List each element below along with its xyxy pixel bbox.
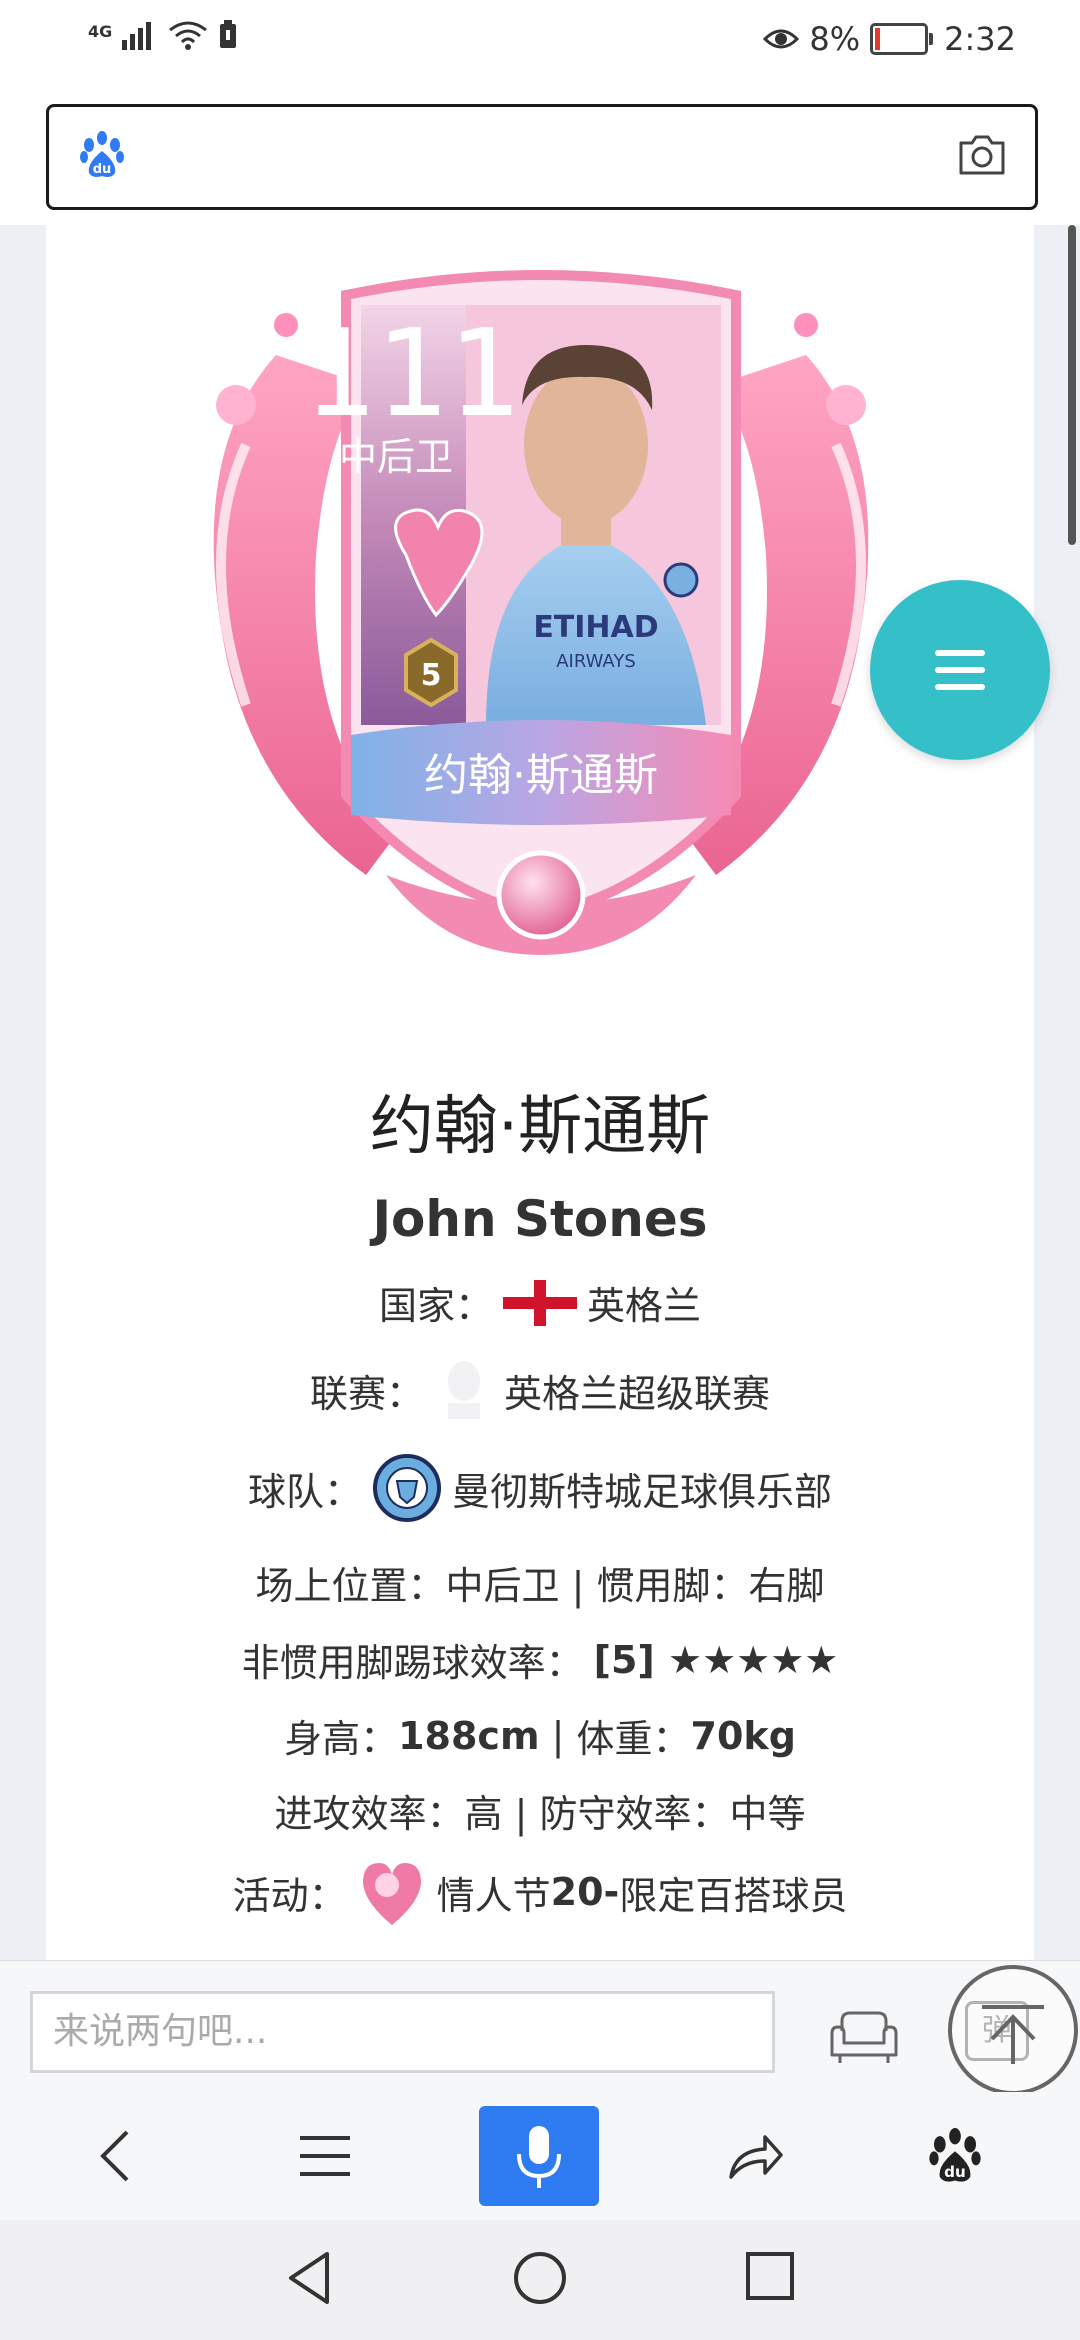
weight-value: 70kg bbox=[690, 1713, 796, 1758]
workrate-row: 进攻效率：高 | 防守效率：中等 bbox=[274, 1792, 806, 1836]
sponsor-subtext: AIRWAYS bbox=[556, 651, 636, 672]
browser-nav-bar: du bbox=[0, 2092, 1080, 2220]
height-value: 188cm bbox=[398, 1713, 540, 1758]
battery-icon bbox=[870, 23, 934, 55]
weak-foot-row: 非惯用脚踢球效率： [5] ★★★★★ bbox=[46, 1632, 1034, 1687]
content-area: ETIHAD AIRWAYS 111 中后卫 5 约翰·斯通斯 约翰·斯通斯 J… bbox=[46, 225, 1034, 1960]
share-button[interactable] bbox=[700, 2092, 810, 2220]
ball-emblem bbox=[496, 850, 586, 940]
england-flag-icon bbox=[503, 1279, 577, 1326]
card-position: 中后卫 bbox=[339, 435, 453, 479]
menu-icon bbox=[935, 650, 985, 656]
baidu-home-button[interactable]: du bbox=[900, 2092, 1010, 2220]
sofa-icon[interactable] bbox=[828, 2009, 900, 2065]
signal-icon bbox=[122, 22, 152, 50]
weak-foot-label: 非惯用脚踢球效率： bbox=[241, 1641, 584, 1685]
eye-icon bbox=[763, 29, 800, 49]
menu-icon-bar bbox=[935, 667, 985, 673]
search-input[interactable]: du bbox=[46, 104, 1038, 210]
position-row: 场上位置：中后卫 | 惯用脚：右脚 bbox=[255, 1564, 825, 1608]
battery-saver-icon bbox=[220, 20, 237, 48]
country-row: 国家： 英格兰 bbox=[46, 1275, 1034, 1330]
height-label: 身高： bbox=[284, 1717, 399, 1761]
event-number: 20- bbox=[550, 1870, 620, 1914]
chevron-left-icon bbox=[100, 2130, 129, 2182]
card-player-name: 约翰·斯通斯 bbox=[424, 750, 658, 801]
league-value: 英格兰超级联赛 bbox=[504, 1371, 771, 1416]
baidu-paw-icon: du bbox=[80, 131, 124, 177]
system-home-icon[interactable] bbox=[512, 2250, 568, 2306]
weight-label: 体重： bbox=[576, 1717, 691, 1761]
player-card-art: ETIHAD AIRWAYS 111 中后卫 5 约翰·斯通斯 bbox=[213, 270, 869, 955]
team-row: 球队： 曼彻斯特城足球俱乐部 bbox=[46, 1453, 1034, 1523]
hamburger-icon bbox=[300, 2136, 350, 2176]
system-recents-icon[interactable] bbox=[744, 2250, 796, 2302]
svg-text:du: du bbox=[93, 162, 112, 177]
baidu-paw-icon: du bbox=[929, 2128, 981, 2182]
system-back-icon[interactable] bbox=[285, 2250, 333, 2306]
event-text: 情人节 bbox=[436, 1873, 551, 1918]
premier-league-icon bbox=[448, 1361, 480, 1419]
country-label: 国家： bbox=[378, 1284, 493, 1328]
heart-ball-icon bbox=[362, 1863, 421, 1925]
wifi-icon bbox=[169, 21, 208, 50]
floating-menu-button[interactable] bbox=[870, 580, 1050, 760]
separator: | bbox=[539, 1713, 577, 1758]
svg-text:du: du bbox=[944, 2163, 966, 2181]
camera-icon[interactable] bbox=[957, 133, 1007, 177]
comment-bar: 来说两句吧... 弹 bbox=[0, 1960, 1080, 2093]
share-arrow-icon bbox=[729, 2135, 783, 2179]
menu-button[interactable] bbox=[270, 2092, 380, 2220]
battery-percent: 8% bbox=[809, 20, 861, 58]
country-value: 英格兰 bbox=[587, 1284, 702, 1328]
player-card: ETIHAD AIRWAYS 111 中后卫 5 约翰·斯通斯 bbox=[166, 235, 916, 995]
voice-search-button[interactable] bbox=[479, 2106, 599, 2206]
player-name-cn: 约翰·斯通斯 bbox=[369, 1090, 711, 1164]
search-area: du bbox=[0, 90, 1080, 225]
event-row: 活动： 情人节 20- 限定百搭球员 bbox=[46, 1855, 1034, 1929]
man-city-crest-icon bbox=[373, 1454, 441, 1522]
player-name-en: John Stones bbox=[372, 1190, 708, 1248]
event-rest: 限定百搭球员 bbox=[619, 1873, 848, 1918]
sponsor-text: ETIHAD bbox=[533, 610, 658, 645]
scroll-to-top-button[interactable] bbox=[948, 1965, 1078, 2095]
league-row: 联赛： 英格兰超级联赛 bbox=[46, 1355, 1034, 1425]
clock: 2:32 bbox=[944, 20, 1016, 58]
team-label: 球队： bbox=[247, 1469, 362, 1514]
microphone-icon bbox=[517, 2126, 561, 2188]
comment-input[interactable]: 来说两句吧... bbox=[30, 1991, 775, 2073]
status-bar: 4G 8% 2:32 bbox=[0, 0, 1080, 90]
physical-row: 身高： 188cm | 体重： 70kg bbox=[46, 1708, 1034, 1763]
event-label: 活动： bbox=[232, 1873, 347, 1918]
team-value: 曼彻斯特城足球俱乐部 bbox=[452, 1469, 833, 1514]
rank-number: 5 bbox=[421, 658, 442, 693]
card-rating: 111 bbox=[303, 305, 520, 444]
menu-icon-bar bbox=[935, 684, 985, 690]
network-type: 4G bbox=[88, 22, 113, 41]
system-nav-bar bbox=[0, 2220, 1080, 2340]
scrollbar[interactable] bbox=[1068, 225, 1076, 545]
arrow-up-icon bbox=[982, 2005, 1044, 2064]
league-label: 联赛： bbox=[309, 1371, 424, 1416]
back-button[interactable] bbox=[60, 2092, 170, 2220]
weak-foot-value: [5] ★★★★★ bbox=[593, 1637, 839, 1682]
